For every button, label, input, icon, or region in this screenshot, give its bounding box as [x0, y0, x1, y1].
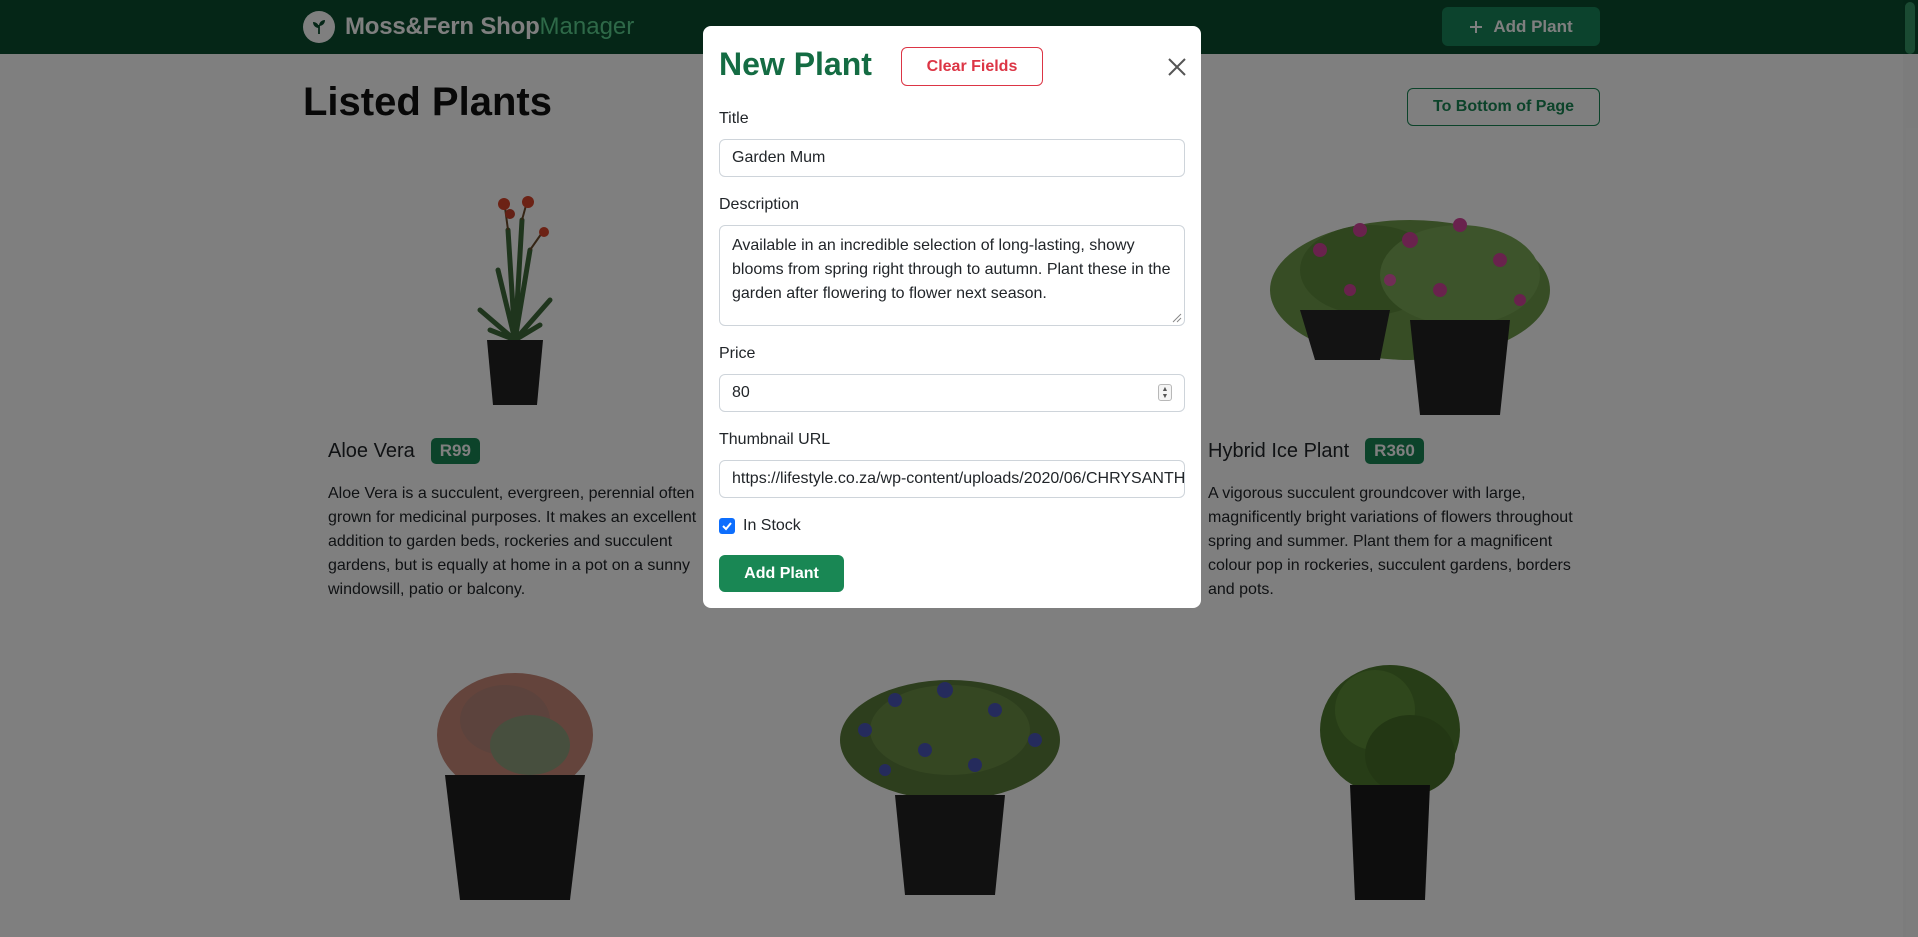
description-textarea-value: Available in an incredible selection of …: [732, 237, 1171, 302]
close-icon[interactable]: [1164, 54, 1190, 80]
add-plant-submit-button[interactable]: Add Plant: [719, 555, 844, 592]
in-stock-label: In Stock: [743, 517, 801, 534]
description-label: Description: [719, 196, 800, 213]
thumbnail-label: Thumbnail URL: [719, 431, 831, 448]
price-input-value: 80: [732, 384, 750, 401]
thumbnail-url-input[interactable]: https://lifestyle.co.za/wp-content/uploa…: [719, 460, 1185, 498]
number-spinner-icon[interactable]: ▲ ▼: [1158, 384, 1172, 401]
new-plant-modal: New Plant Clear Fields Title Garden Mum …: [703, 26, 1201, 608]
thumbnail-url-value: https://lifestyle.co.za/wp-content/uploa…: [732, 470, 1185, 487]
title-input[interactable]: Garden Mum: [719, 139, 1185, 177]
in-stock-row: In Stock: [719, 517, 801, 535]
description-textarea[interactable]: Available in an incredible selection of …: [719, 225, 1185, 326]
resize-grip-icon[interactable]: [1170, 311, 1182, 323]
check-icon: [722, 522, 732, 531]
scrollbar-thumb[interactable]: [1905, 2, 1915, 54]
price-label: Price: [719, 345, 756, 362]
price-input[interactable]: 80 ▲ ▼: [719, 374, 1185, 412]
modal-title: New Plant: [719, 46, 872, 82]
title-input-value: Garden Mum: [732, 149, 826, 166]
scrollbar[interactable]: [1903, 0, 1918, 937]
title-label: Title: [719, 110, 749, 127]
clear-fields-button[interactable]: Clear Fields: [901, 47, 1043, 86]
in-stock-checkbox[interactable]: [719, 518, 735, 534]
